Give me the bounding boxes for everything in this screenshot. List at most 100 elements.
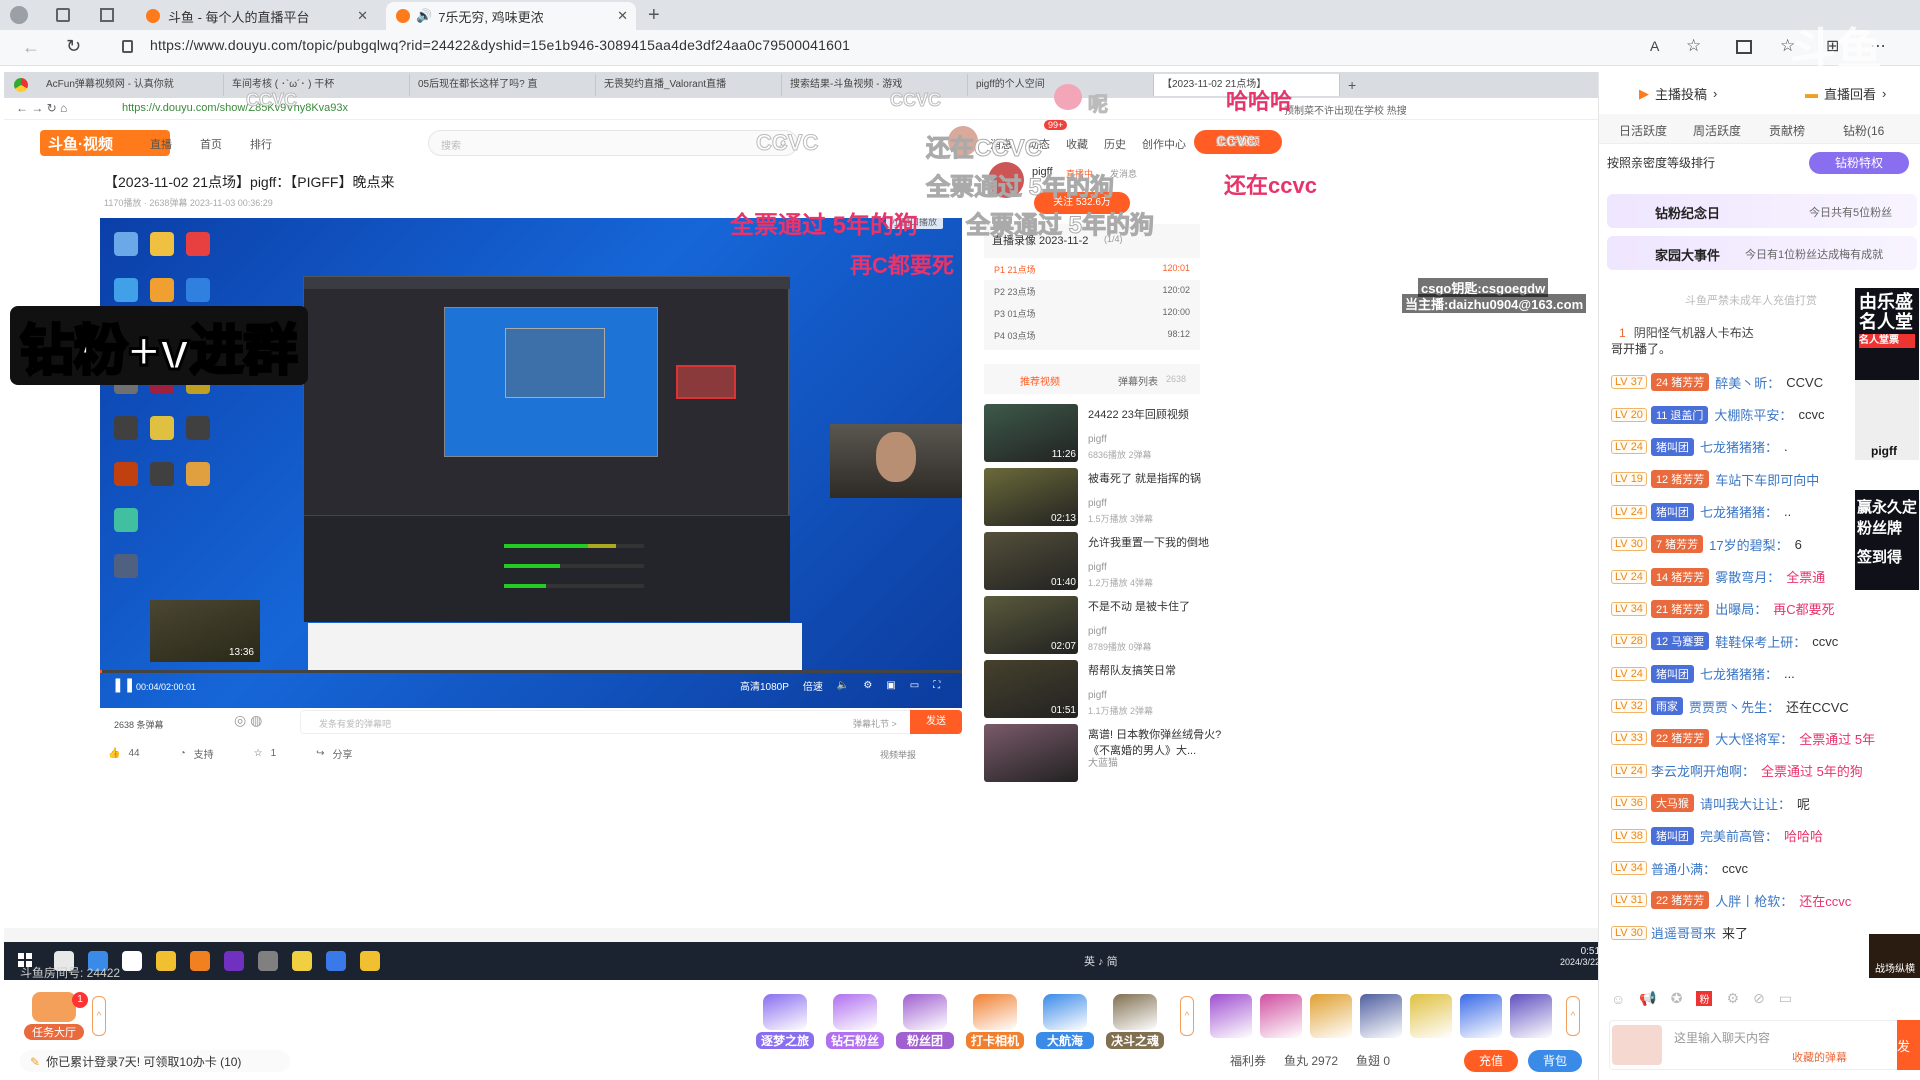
battle-promo[interactable]: 战场纵横 xyxy=(1869,934,1920,978)
workspaces-icon[interactable] xyxy=(56,8,70,22)
chat-message[interactable]: LV 24 李云龙啊开炮啊： 全票通过 5年的狗 xyxy=(1611,755,1913,787)
emoji-icon[interactable]: ☺ xyxy=(1611,991,1625,1007)
lock-icon[interactable] xyxy=(122,40,133,53)
split-screen-icon[interactable] xyxy=(1736,40,1752,54)
new-tab-icon[interactable]: + xyxy=(648,4,660,27)
chat-top-tab-1[interactable]: ▶ 主播投稿 › xyxy=(1639,84,1717,103)
chat-username[interactable]: 大棚陈平安： xyxy=(1714,405,1792,424)
chat-username[interactable]: 七龙猪猪猪： xyxy=(1700,664,1778,683)
gift-item[interactable]: 粉丝团 xyxy=(896,994,954,1049)
chat-username[interactable]: 李云龙啊开炮啊： xyxy=(1651,761,1755,780)
tab-stream[interactable]: 🔊 7乐无穷, 鸡味更浓 ✕ xyxy=(386,2,636,30)
rank-tab-diamond[interactable]: 钻粉(16 xyxy=(1843,122,1884,139)
uploader-message-link[interactable]: 发消息 xyxy=(1110,167,1137,180)
share-button[interactable]: ↪ 分享 xyxy=(316,746,352,761)
gift-item[interactable]: 大航海 xyxy=(1036,994,1094,1049)
refresh-icon[interactable]: ↻ xyxy=(66,36,81,57)
favorite-star-icon[interactable]: ☆ xyxy=(1686,36,1701,56)
nav-live[interactable]: 直播 xyxy=(150,136,172,152)
support-button[interactable]: ◔ 支持 xyxy=(180,746,214,761)
inner-nav-icon[interactable]: ← → ↻ ⌂ xyxy=(16,101,67,115)
vod-search-input[interactable]: 搜索 ⌕ xyxy=(428,130,798,156)
streamer-promo-photo[interactable]: pigff xyxy=(1855,380,1919,460)
gift-expand-icon[interactable]: ^ xyxy=(1180,996,1194,1036)
special-gift-icon[interactable] xyxy=(1410,994,1452,1038)
welfare-link[interactable]: 福利券 xyxy=(1230,1052,1266,1069)
header-favorites[interactable]: 收藏 xyxy=(1066,136,1088,152)
pip-icon[interactable]: ▣ xyxy=(886,680,895,691)
chat-username[interactable]: 大大怪将军： xyxy=(1715,729,1793,748)
special-gift-icon[interactable] xyxy=(1210,994,1252,1038)
special-gift-icon[interactable] xyxy=(1310,994,1352,1038)
chat-username[interactable]: 雾散弯月： xyxy=(1715,567,1780,586)
recommend-video-card[interactable]: 11:26 24422 23年回顾视频 pigff 6836播放 2弹幕 xyxy=(984,404,1264,474)
report-link[interactable]: 视频举报 xyxy=(880,748,916,761)
gift-item[interactable]: 打卡相机 xyxy=(966,994,1024,1049)
chat-message[interactable]: LV 34 普通小满： ccvc xyxy=(1611,852,1913,884)
fan-badge-promo[interactable]: 赢永久定粉丝牌 签到得 xyxy=(1855,490,1919,590)
special-gift-icon[interactable] xyxy=(1460,994,1502,1038)
volume-icon[interactable]: 🔈 xyxy=(837,680,849,691)
horn-icon[interactable]: 📢 xyxy=(1639,990,1656,1007)
quality-selector[interactable]: 高清1080P xyxy=(740,678,789,693)
special-gift-icon[interactable] xyxy=(1260,994,1302,1038)
rank-tab-weekly[interactable]: 周活跃度 xyxy=(1693,122,1741,139)
taskbar-app-icon[interactable] xyxy=(156,951,176,971)
speaker-icon[interactable]: 🔊 xyxy=(416,8,432,24)
chat-input[interactable]: 这里输入聊天内容 收藏的弹幕 xyxy=(1609,1020,1909,1070)
danmaku-toggle-icon[interactable]: ◎ ◍ xyxy=(234,712,262,729)
chat-username[interactable]: 醉美丶昕： xyxy=(1715,373,1780,392)
tab-recommend[interactable]: 推荐视频 xyxy=(1020,373,1060,388)
chat-top-tab-2[interactable]: ▬ 直播回看 › xyxy=(1805,84,1886,103)
taskbar-app-icon[interactable] xyxy=(224,951,244,971)
inner-search-hint[interactable]: 预制菜不许出现在学校 热搜 xyxy=(1284,102,1407,117)
close-tab-icon[interactable]: ✕ xyxy=(617,8,628,24)
anniversary-banner[interactable]: 钻粉纪念日 今日共有5位粉丝 xyxy=(1607,194,1917,228)
rank-tab-contrib[interactable]: 贡献榜 xyxy=(1769,122,1805,139)
inner-tab[interactable]: 05后现在都长这样了吗? 直 xyxy=(410,74,596,96)
recharge-button[interactable]: 充值 xyxy=(1464,1050,1518,1072)
chat-username[interactable]: 鞋鞋保考上研： xyxy=(1715,632,1806,651)
tab-danmaku-list[interactable]: 弹幕列表 xyxy=(1118,373,1158,388)
taskbar-app-icon[interactable] xyxy=(258,951,278,971)
rank-tab-daily[interactable]: 日活跃度 xyxy=(1619,122,1667,139)
taskbar-app-icon[interactable] xyxy=(190,951,210,971)
chat-username[interactable]: 请叫我大让让： xyxy=(1700,794,1791,813)
gift-item[interactable]: 逐梦之旅 xyxy=(756,994,814,1049)
gift-item[interactable]: 钻石粉丝 xyxy=(826,994,884,1049)
chat-message[interactable]: LV 38 猪叫团 完美前高管： 哈哈哈 xyxy=(1611,819,1913,851)
chat-message[interactable]: LV 31 22 猪芳芳 人胖丨枪软： 还在ccvc xyxy=(1611,884,1913,916)
chat-username[interactable]: 七龙猪猪猪： xyxy=(1700,437,1778,456)
video-player[interactable]: 13:36 小窗口播放 ❚❚ 00:04/02:00:01 高清1080P 倍速… xyxy=(100,218,962,708)
chat-message[interactable]: LV 32 雨家 贾贾贾丶先生： 还在CCVC xyxy=(1611,690,1913,722)
saved-danmaku-hint[interactable]: 收藏的弹幕 xyxy=(1792,1049,1847,1065)
inner-new-tab-icon[interactable]: + xyxy=(1348,77,1356,93)
danmaku-send-button[interactable]: 发送 xyxy=(910,710,962,734)
special-gift-icon[interactable] xyxy=(1360,994,1402,1038)
read-aloud-icon[interactable]: A xyxy=(1650,38,1659,54)
chat-message[interactable]: LV 36 大马猴 请叫我大让让： 呢 xyxy=(1611,787,1913,819)
close-tab-icon[interactable]: ✕ xyxy=(357,8,368,24)
chat-username[interactable]: 人胖丨枪软： xyxy=(1715,891,1793,910)
chat-message[interactable]: LV 30 逍遥哥哥来 来了 xyxy=(1611,917,1913,949)
nav-rank[interactable]: 排行 xyxy=(250,136,272,152)
back-icon[interactable]: ← xyxy=(22,37,40,58)
fullscreen-icon[interactable]: ⛶ xyxy=(933,680,940,691)
recommend-video-card[interactable]: 01:51 帮帮队友搞笑日常 pigff 1.1万播放 2弹幕 xyxy=(984,660,1264,730)
taskbar-app-icon[interactable] xyxy=(292,951,312,971)
chat-message[interactable]: LV 33 22 猪芳芳 大大怪将军： 全票通过 5年 xyxy=(1611,722,1913,754)
fan-icon[interactable]: 粉 xyxy=(1696,991,1713,1006)
profile-icon[interactable] xyxy=(10,6,28,24)
chat-username[interactable]: 七龙猪猪猪： xyxy=(1700,502,1778,521)
hd-icon[interactable]: ▭ xyxy=(1779,990,1792,1007)
chat-username[interactable]: 车站下车即可向中 xyxy=(1715,470,1819,489)
badge-icon[interactable]: ✪ xyxy=(1671,990,1683,1007)
header-history[interactable]: 历史 xyxy=(1104,136,1126,152)
settings-gear-icon[interactable]: ⚙ xyxy=(863,680,872,691)
speed-selector[interactable]: 倍速 xyxy=(803,678,823,693)
nav-home[interactable]: 首页 xyxy=(200,136,222,152)
chat-send-button[interactable]: 发 xyxy=(1897,1020,1920,1070)
chat-username[interactable]: 贾贾贾丶先生： xyxy=(1689,697,1780,716)
chat-username[interactable]: 17岁的碧梨： xyxy=(1709,535,1788,554)
block-icon[interactable]: ⊘ xyxy=(1753,990,1765,1007)
